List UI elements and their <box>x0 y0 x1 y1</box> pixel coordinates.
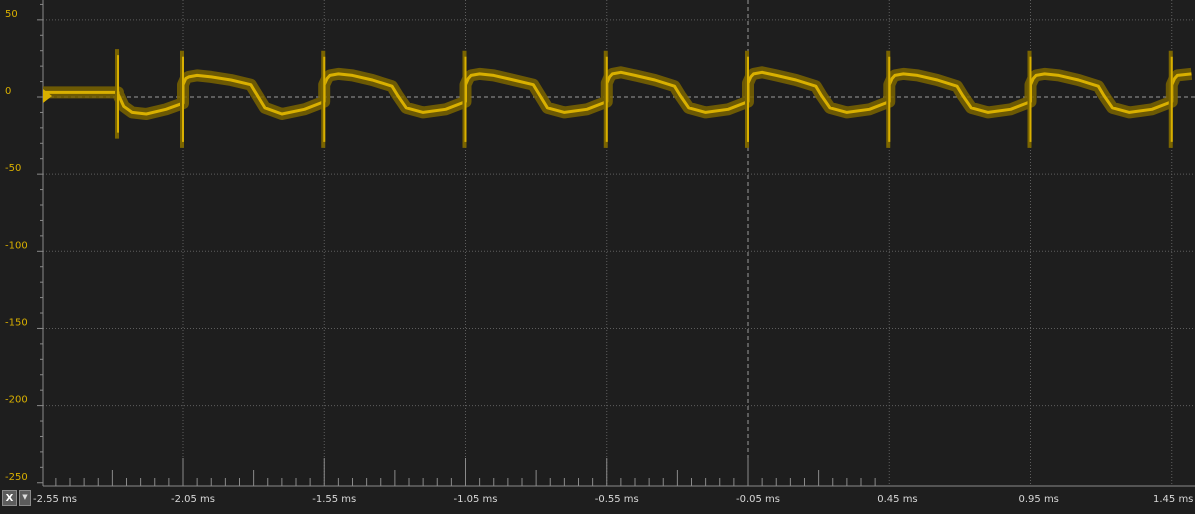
y-tick-label: 50 <box>5 9 18 20</box>
plot-background <box>0 0 1195 514</box>
x-tick-label: -1.05 ms <box>454 494 498 505</box>
x-tick-label: -0.05 ms <box>736 494 780 505</box>
y-tick-label: -50 <box>5 163 21 174</box>
x-tick-label: 0.45 ms <box>877 494 917 505</box>
triangle-down-icon[interactable]: ▼ <box>19 490 31 506</box>
y-tick-label: -100 <box>5 240 28 251</box>
x-tick-label: 0.95 ms <box>1019 494 1059 505</box>
y-tick-label: 0 <box>5 86 11 97</box>
x-axis-button[interactable]: X <box>2 490 17 506</box>
x-tick-labels: -2.55 ms -2.05 ms -1.55 ms -1.05 ms -0.55 ms… <box>33 494 1193 505</box>
oscilloscope-display: 50 0 -50 -100 -150 -200 -250 -2.55 ms -2.05 ms -… <box>0 0 1195 514</box>
x-tick-label: -0.55 ms <box>595 494 639 505</box>
x-tick-label: -2.05 ms <box>171 494 215 505</box>
y-tick-label: -250 <box>5 472 28 483</box>
y-tick-label: -200 <box>5 395 28 406</box>
y-tick-label: -150 <box>5 317 28 328</box>
x-tick-label: 1.45 ms <box>1153 494 1193 505</box>
x-tick-label: -2.55 ms <box>33 494 77 505</box>
waveform-plot[interactable]: 500-50-100-150-200-250 -2.55 ms -2.05 ms -… <box>0 0 1195 514</box>
x-tick-label: -1.55 ms <box>312 494 356 505</box>
